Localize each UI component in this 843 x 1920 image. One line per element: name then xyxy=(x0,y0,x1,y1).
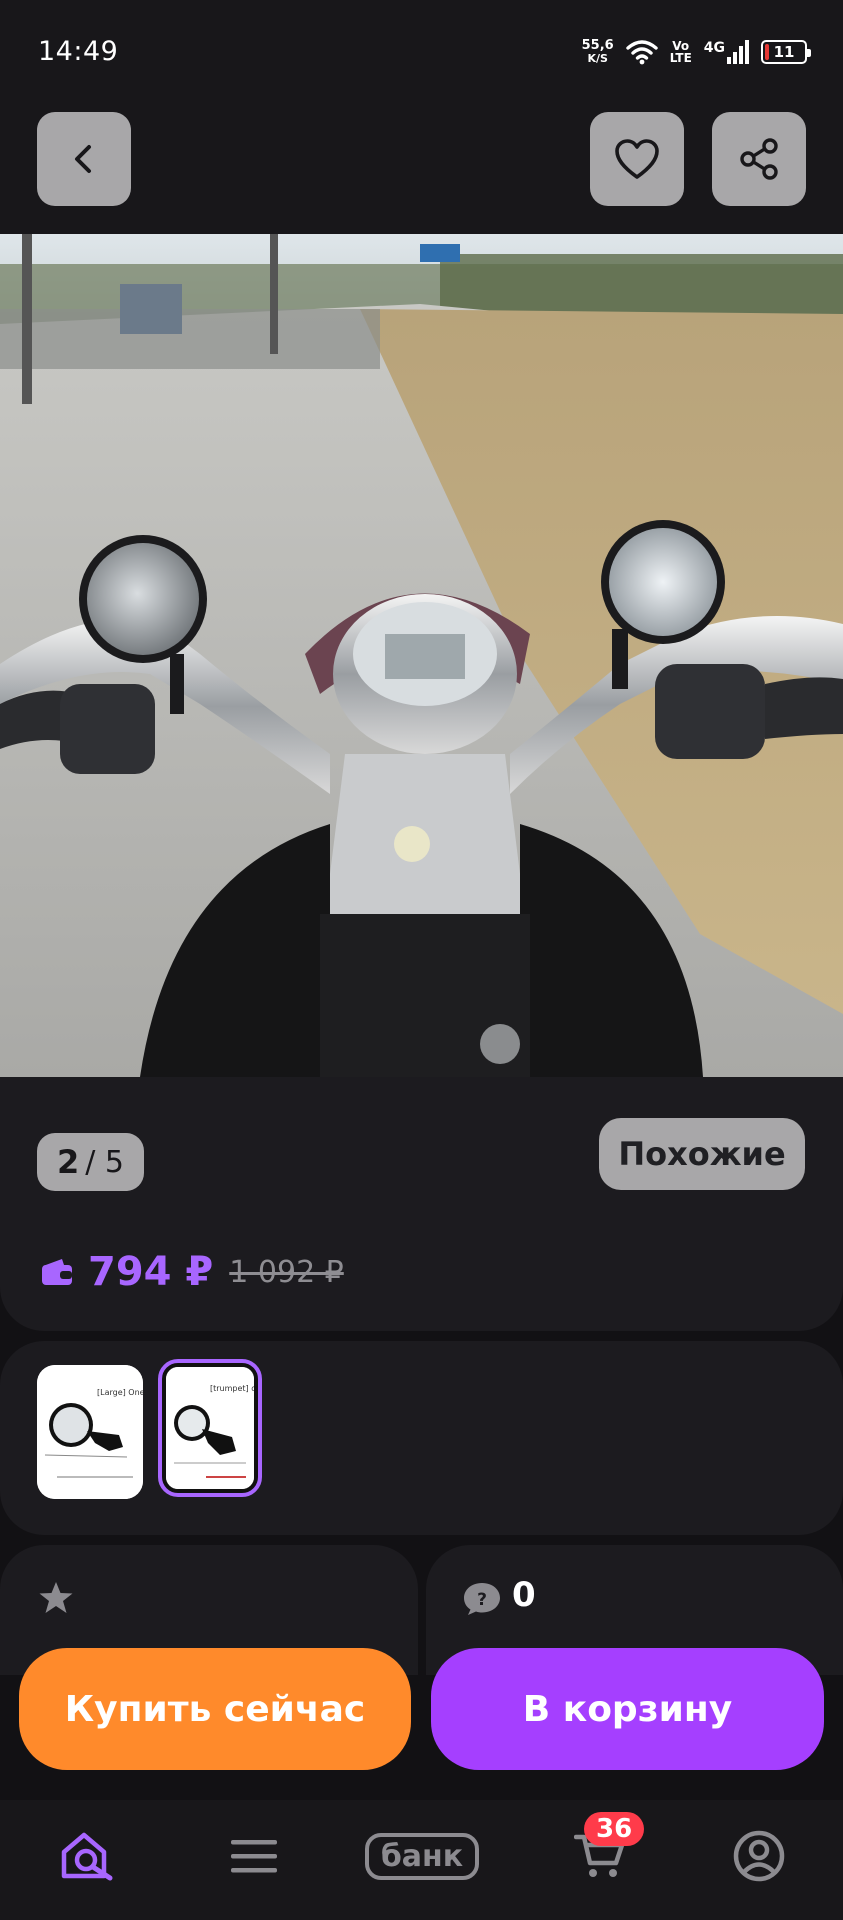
bottom-navigation: банк 36 xyxy=(0,1800,843,1920)
heart-icon xyxy=(615,139,659,179)
favorite-button[interactable] xyxy=(590,112,684,206)
nav-catalog[interactable] xyxy=(222,1826,286,1886)
status-bar: 14:49 55,6 K/S Vo LTE 4G 11 xyxy=(0,0,843,104)
signal-bars-icon xyxy=(727,40,749,64)
signal-indicator: 4G xyxy=(704,40,749,64)
similar-button[interactable]: Похожие xyxy=(599,1118,805,1190)
buy-now-button[interactable]: Купить сейчас xyxy=(19,1648,411,1770)
back-button[interactable] xyxy=(37,112,131,206)
volte-indicator: Vo LTE xyxy=(670,40,692,64)
add-to-cart-button[interactable]: В корзину xyxy=(431,1648,824,1770)
menu-icon xyxy=(231,1840,277,1873)
question-bubble-icon: ? xyxy=(464,1583,500,1615)
wifi-icon xyxy=(626,40,658,65)
nav-bank[interactable]: банк xyxy=(362,1826,482,1886)
cart-badge: 36 xyxy=(584,1812,645,1846)
nav-home[interactable] xyxy=(55,1826,119,1886)
variant-thumbnail-2[interactable]: [trumpet] o xyxy=(158,1359,262,1497)
product-photo-illustration xyxy=(0,234,843,1077)
image-counter-total: / 5 xyxy=(85,1144,124,1180)
battery-percent: 11 xyxy=(773,43,795,61)
network-speed: 55,6 K/S xyxy=(582,39,614,65)
network-speed-unit: K/S xyxy=(587,52,608,65)
variant-thumbnail-1[interactable]: [Large] One xyxy=(37,1365,143,1499)
variant-1-image: [Large] One xyxy=(37,1365,143,1499)
price-current: 794 ₽ xyxy=(88,1249,214,1295)
variant-2-frame: [trumpet] o xyxy=(166,1367,254,1489)
questions-count: 0 xyxy=(512,1575,536,1615)
wallet-icon xyxy=(42,1259,72,1285)
home-search-icon xyxy=(61,1832,113,1881)
top-app-bar xyxy=(0,104,843,234)
svg-text:?: ? xyxy=(477,1590,487,1610)
network-speed-value: 55,6 xyxy=(581,38,614,53)
image-counter-current: 2 xyxy=(57,1143,80,1181)
variant-selector: [Large] One [trumpet] o xyxy=(0,1341,843,1535)
price-old: 1 092 ₽ xyxy=(229,1254,344,1290)
variant-2-caption: [trumpet] o xyxy=(210,1384,254,1393)
battery-icon: 11 xyxy=(761,40,811,64)
share-button[interactable] xyxy=(712,112,806,206)
variant-2-image: [trumpet] o xyxy=(166,1367,254,1489)
bank-label: банк xyxy=(364,1832,480,1880)
star-icon xyxy=(39,1582,73,1613)
variant-1-caption: [Large] One xyxy=(97,1388,143,1397)
status-time: 14:49 xyxy=(38,36,119,67)
share-icon xyxy=(740,138,778,180)
arrow-left-icon xyxy=(75,145,91,173)
image-counter: 2 / 5 xyxy=(37,1133,144,1191)
purchase-actions: Купить сейчас В корзину xyxy=(0,1640,843,1800)
price-row: 794 ₽ 1 092 ₽ xyxy=(40,1249,344,1295)
product-info: 2 / 5 Похожие 794 ₽ 1 092 ₽ xyxy=(0,1077,843,1331)
volte-bottom: LTE xyxy=(669,51,692,65)
status-indicators: 55,6 K/S Vo LTE 4G 11 xyxy=(582,30,811,74)
network-type: 4G xyxy=(703,40,725,56)
profile-icon xyxy=(733,1830,785,1882)
battery-level-fill xyxy=(765,44,769,60)
nav-profile[interactable] xyxy=(727,1826,791,1886)
product-image[interactable] xyxy=(0,234,843,1077)
